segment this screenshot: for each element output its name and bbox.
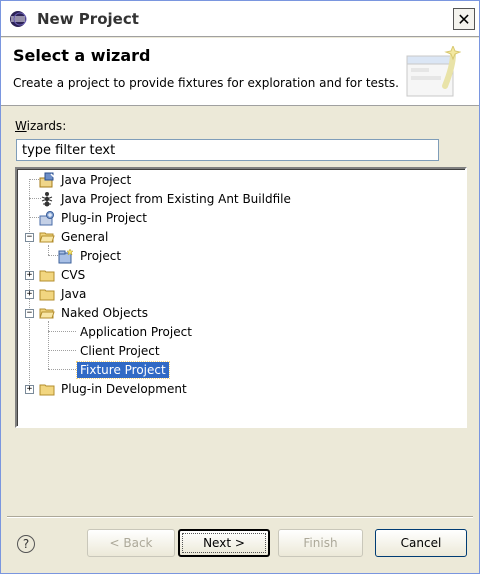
folder-icon <box>39 270 55 281</box>
java-project-icon <box>39 172 55 187</box>
new-project-dialog: New Project ✕ Select a wizard Create a p… <box>0 0 480 574</box>
wizards-label: Wizards: <box>15 119 67 133</box>
finish-button[interactable]: Finish <box>278 529 363 557</box>
help-button[interactable]: ? <box>17 535 35 553</box>
tree-item-general[interactable]: General <box>39 227 111 246</box>
next-button[interactable]: Next > <box>178 529 270 557</box>
tree-item-naked-objects[interactable]: Naked Objects <box>39 303 151 322</box>
wizard-tree[interactable]: Java Project Java Project from Existing … <box>15 167 467 428</box>
close-icon: ✕ <box>457 9 471 29</box>
tree-item-cvs[interactable]: CVS <box>39 265 88 284</box>
tree-item-plugin-development[interactable]: Plug-in Development <box>39 379 190 398</box>
ant-icon <box>41 191 53 206</box>
title-bar[interactable]: New Project ✕ <box>1 1 479 37</box>
java-expand-toggle[interactable]: + <box>25 290 34 299</box>
folder-icon <box>39 289 55 300</box>
filter-input[interactable] <box>16 139 439 161</box>
cancel-button[interactable]: Cancel <box>375 529 467 557</box>
project-icon <box>58 247 74 263</box>
close-button[interactable]: ✕ <box>453 8 475 30</box>
tree-item-client-project[interactable]: Client Project <box>77 341 163 360</box>
tree-item-fixture-project[interactable]: Fixture Project <box>76 360 170 379</box>
tree-item-java-project-ant[interactable]: Java Project from Existing Ant Buildfile <box>39 189 294 208</box>
cvs-expand-toggle[interactable]: + <box>25 271 34 280</box>
window-title: New Project <box>37 10 139 28</box>
plugin-development-expand-toggle[interactable]: + <box>25 385 34 394</box>
general-collapse-toggle[interactable]: − <box>25 233 34 242</box>
wizard-banner: Select a wizard Create a project to prov… <box>1 38 479 106</box>
folder-open-icon <box>39 308 55 318</box>
eclipse-icon <box>10 11 27 27</box>
banner-title: Select a wizard <box>13 46 151 65</box>
tree-item-java-project[interactable]: Java Project <box>39 170 134 189</box>
tree-item-plugin-project[interactable]: Plug-in Project <box>39 208 150 227</box>
tree-item-project[interactable]: Project <box>58 246 124 265</box>
tree-item-application-project[interactable]: Application Project <box>77 322 195 341</box>
plugin-project-icon <box>39 210 54 225</box>
tree-item-java[interactable]: Java <box>39 284 89 303</box>
footer-separator <box>7 516 473 518</box>
back-button[interactable]: < Back <box>87 529 175 557</box>
naked-objects-collapse-toggle[interactable]: − <box>25 309 34 318</box>
help-icon: ? <box>22 537 30 551</box>
banner-description: Create a project to provide fixtures for… <box>13 76 399 90</box>
folder-icon <box>39 384 55 395</box>
folder-open-icon <box>39 232 55 242</box>
wizard-banner-icon <box>406 46 461 97</box>
